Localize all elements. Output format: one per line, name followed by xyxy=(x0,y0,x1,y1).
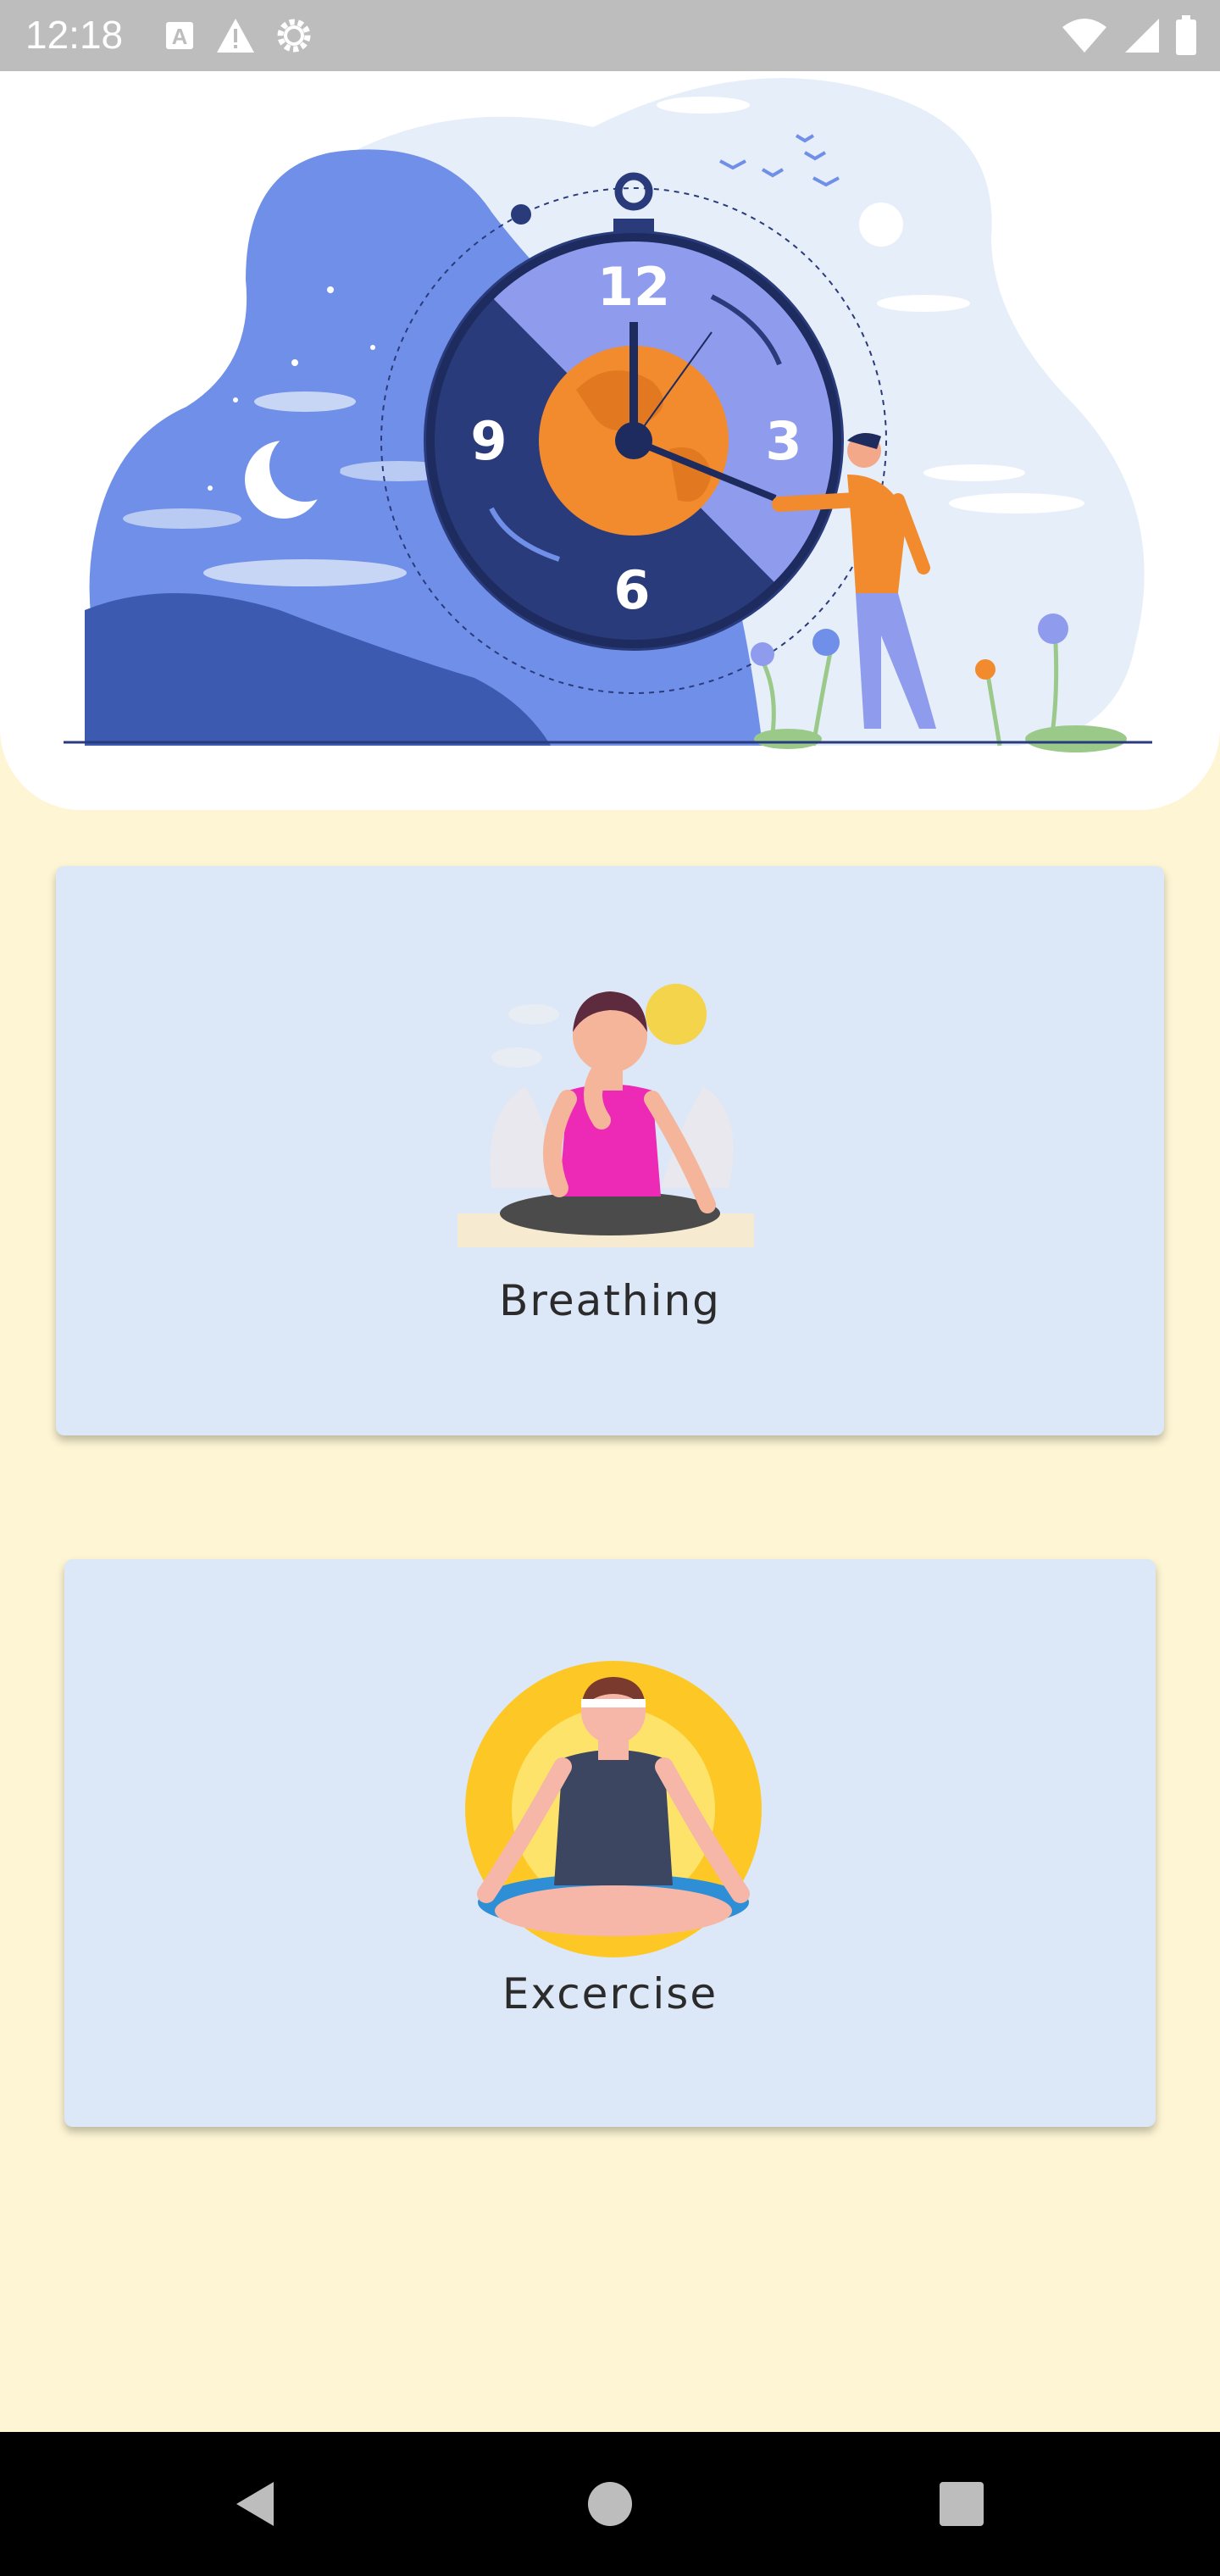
svg-text:6: 6 xyxy=(613,559,650,621)
hero-banner: 12 3 6 9 xyxy=(0,71,1220,810)
breathing-person-icon xyxy=(458,984,754,1247)
status-icons-right xyxy=(1061,14,1198,58)
home-icon xyxy=(588,2482,632,2526)
gear-icon xyxy=(277,19,311,53)
clock-illustration: 12 3 6 9 xyxy=(64,78,1152,752)
status-bar: 12:18 A xyxy=(0,0,1220,71)
svg-text:A: A xyxy=(172,24,188,49)
exercise-label: Excercise xyxy=(502,1969,718,2018)
status-icons-left: A xyxy=(163,15,313,56)
recents-button[interactable] xyxy=(923,2466,1000,2542)
home-button[interactable] xyxy=(572,2466,648,2542)
svg-text:3: 3 xyxy=(765,410,801,472)
wifi-icon xyxy=(1062,19,1106,53)
svg-text:12: 12 xyxy=(597,256,670,318)
breathing-card[interactable]: Breathing xyxy=(56,866,1164,1435)
back-button[interactable] xyxy=(217,2466,293,2542)
exercise-card[interactable]: Excercise xyxy=(64,1559,1156,2127)
battery-icon xyxy=(1176,15,1196,55)
breathing-label: Breathing xyxy=(499,1276,721,1325)
navigation-bar xyxy=(0,2432,1220,2576)
warning-icon xyxy=(217,19,254,53)
signal-icon xyxy=(1125,19,1159,53)
svg-text:9: 9 xyxy=(470,410,507,472)
recents-icon xyxy=(940,2482,984,2526)
status-time: 12:18 xyxy=(25,13,124,57)
meditation-person-icon xyxy=(465,1661,762,1957)
back-icon xyxy=(236,2482,274,2526)
a-box-icon: A xyxy=(166,22,193,49)
